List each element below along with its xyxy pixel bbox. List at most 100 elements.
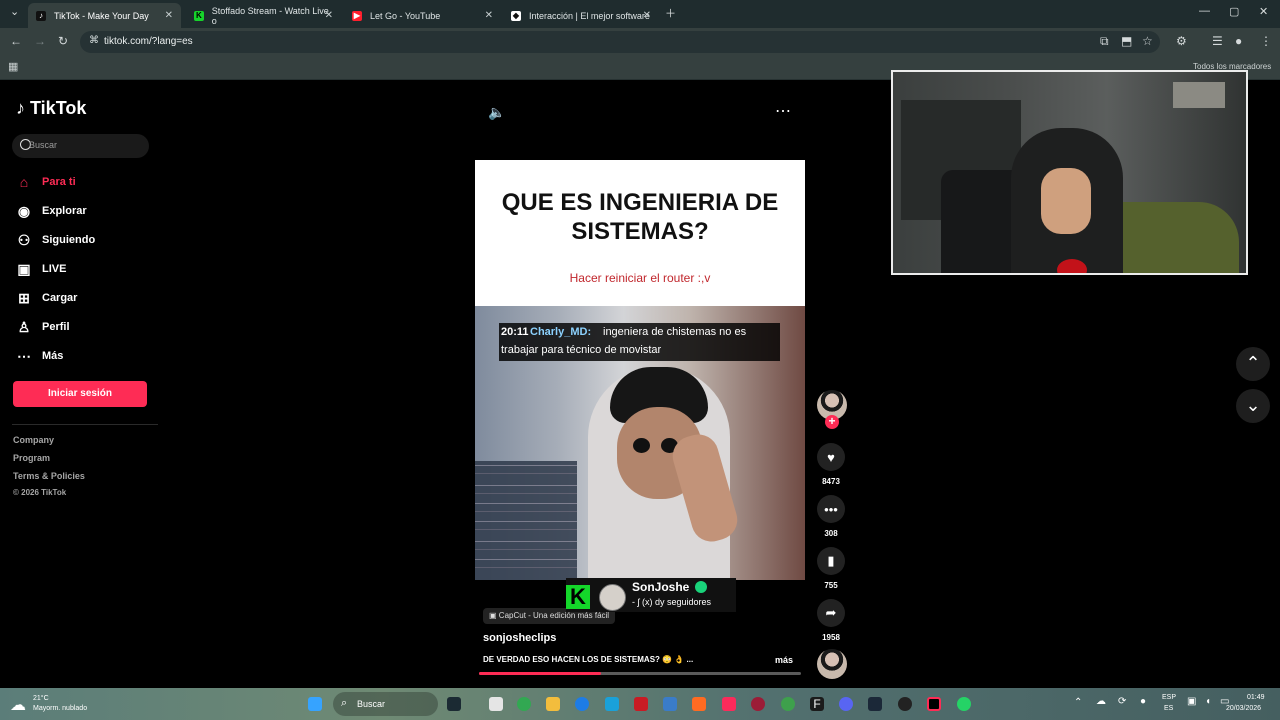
network-icon[interactable]: ▣	[1187, 696, 1196, 707]
sidebar-item-mas[interactable]: ⋯ Más	[16, 348, 63, 364]
restore-icon[interactable]: ▢	[1229, 5, 1239, 18]
close-window-icon[interactable]: ✕	[1259, 5, 1268, 18]
task-view-icon[interactable]	[489, 697, 503, 711]
sidebar-item-cargar[interactable]: ⊞ Cargar	[16, 290, 77, 306]
cloud-icon[interactable]: ☁	[1096, 696, 1106, 707]
discord-icon[interactable]	[839, 697, 853, 711]
chat-time: 20:11	[501, 326, 529, 338]
figma-icon[interactable]: F	[810, 697, 824, 711]
share-icon: ➦	[817, 599, 845, 627]
back-icon[interactable]: ←	[10, 34, 22, 48]
github-icon[interactable]	[898, 697, 912, 711]
red-decoration	[1057, 259, 1087, 273]
caption-more-button[interactable]: más	[775, 655, 793, 665]
close-icon[interactable]: ✕	[643, 10, 651, 21]
clock-time[interactable]: 01:49	[1247, 694, 1265, 701]
weather-icon[interactable]: ☁	[10, 695, 26, 715]
folder-icon[interactable]	[546, 697, 560, 711]
search-input[interactable]: Buscar	[12, 134, 149, 158]
tab-title: Stoffado Stream - Watch Live o	[211, 5, 329, 26]
bookmark-star-icon[interactable]: ☆	[1142, 34, 1153, 48]
taskbar-search[interactable]: ⌕ Buscar	[333, 692, 438, 716]
video-card[interactable]: QUE ES INGENIERIA DE SISTEMAS? Hacer rei…	[475, 160, 805, 580]
reading-list-icon[interactable]: ☰	[1212, 34, 1223, 48]
mic-icon[interactable]: ●	[1140, 696, 1146, 707]
widgets-icon[interactable]	[447, 697, 461, 711]
music-icon[interactable]	[722, 697, 736, 711]
forward-icon[interactable]: →	[34, 34, 46, 48]
video-progress-bar[interactable]	[479, 672, 801, 675]
translate-icon[interactable]: ⧉	[1100, 34, 1109, 49]
tab-tiktok[interactable]: ♪ TikTok - Make Your Day ✕	[28, 3, 181, 28]
chat-message: ingeniera de chistemas no es	[603, 326, 747, 338]
tab-search-button[interactable]: ⌄	[10, 5, 19, 18]
sidebar-item-perfil[interactable]: ♙ Perfil	[16, 319, 70, 335]
avatar	[817, 649, 847, 679]
volume-icon[interactable]: 🔈	[488, 104, 505, 121]
video-progress-fill	[479, 672, 602, 675]
input-language[interactable]: ESP	[1162, 694, 1176, 701]
tiktok-sidebar: ♪ TikTok Buscar ⌂ Para ti ◉ Explorar ⚇ S…	[0, 80, 165, 688]
tab-interaccion[interactable]: ◆ Interacción | El mejor software ✕	[503, 3, 659, 28]
like-count: 8473	[822, 477, 840, 486]
sidebar-item-para-ti[interactable]: ⌂ Para ti	[16, 174, 76, 190]
office-icon[interactable]	[692, 697, 706, 711]
follow-plus-icon[interactable]: +	[825, 415, 839, 429]
store-icon[interactable]	[605, 697, 619, 711]
close-icon[interactable]: ✕	[165, 10, 173, 21]
steam-icon[interactable]	[868, 697, 882, 711]
footer-terms-link[interactable]: Terms & Policies	[13, 471, 85, 481]
weather-desc: Mayorm. nublado	[33, 705, 88, 712]
sidebar-item-explorar[interactable]: ◉ Explorar	[16, 203, 87, 219]
new-tab-icon[interactable]: ＋	[665, 5, 676, 21]
tiktok-taskbar-icon[interactable]	[927, 697, 941, 711]
apps-icon[interactable]: ▦	[8, 60, 18, 73]
menu-icon[interactable]: ⋮	[1260, 34, 1272, 48]
netflix-icon[interactable]	[634, 697, 648, 711]
app-icon[interactable]	[663, 697, 677, 711]
video-actions: + ♥ 8473 ••• 308 ▮ 755 ➦ 1958	[816, 390, 847, 679]
close-icon[interactable]: ✕	[485, 10, 493, 21]
volume-tray-icon[interactable]: ◖	[1205, 696, 1211, 707]
previous-video-button[interactable]: ⌃	[1236, 347, 1270, 381]
streamer-name: SonJoshe	[632, 580, 690, 594]
more-options-icon[interactable]: ⋯	[775, 101, 791, 121]
whatsapp-icon[interactable]	[957, 697, 971, 711]
minimize-icon[interactable]: —	[1199, 5, 1210, 17]
footer-company-link[interactable]: Company	[13, 435, 54, 445]
opera-icon[interactable]	[751, 697, 765, 711]
start-icon[interactable]	[308, 697, 322, 711]
sidebar-item-live[interactable]: ▣ LIVE	[16, 261, 66, 277]
heart-icon: ♥	[817, 443, 845, 471]
sidebar-item-label: Siguiendo	[42, 234, 96, 246]
tab-youtube[interactable]: ▶ Let Go - YouTube ✕	[344, 3, 501, 28]
input-language-sub[interactable]: ES	[1164, 705, 1173, 712]
chrome-icon[interactable]	[517, 697, 531, 711]
like-button[interactable]: ♥ 8473	[816, 443, 846, 486]
footer-program-link[interactable]: Program	[13, 453, 50, 463]
comment-button[interactable]: ••• 308	[816, 495, 846, 538]
tab-kick[interactable]: K Stoffado Stream - Watch Live o ✕	[186, 3, 341, 28]
clock-date[interactable]: 20/03/2026	[1226, 705, 1261, 712]
close-icon[interactable]: ✕	[325, 10, 333, 21]
install-icon[interactable]: ⬒	[1121, 34, 1132, 48]
edge-icon[interactable]	[575, 697, 589, 711]
streamer-person	[1011, 128, 1123, 273]
sidebar-item-siguiendo[interactable]: ⚇ Siguiendo	[16, 232, 95, 248]
sidebar-item-label: Cargar	[42, 292, 78, 304]
site-info-icon[interactable]: ⌘	[89, 35, 99, 46]
chrome-profile-icon[interactable]	[781, 697, 795, 711]
profile-icon[interactable]: ●	[1235, 34, 1242, 48]
address-bar[interactable]: ⌘ tiktok.com/?lang=es	[80, 31, 1160, 53]
sync-icon[interactable]: ⟳	[1118, 696, 1126, 707]
share-button[interactable]: ➦ 1958	[816, 599, 846, 642]
login-button[interactable]: Iniciar sesión	[13, 381, 147, 407]
tray-chevron-icon[interactable]: ⌃	[1074, 697, 1082, 708]
extensions-icon[interactable]: ⚙	[1176, 34, 1187, 48]
tiktok-logo[interactable]: ♪ TikTok	[16, 98, 86, 119]
video-author[interactable]: sonjosheclips	[483, 632, 556, 644]
save-button[interactable]: ▮ 755	[816, 547, 846, 590]
video-frame[interactable]: 20:11 Charly_MD: ingeniera de chistemas …	[475, 306, 805, 580]
reload-icon[interactable]: ↻	[58, 34, 68, 48]
next-video-button[interactable]: ⌄	[1236, 389, 1270, 423]
